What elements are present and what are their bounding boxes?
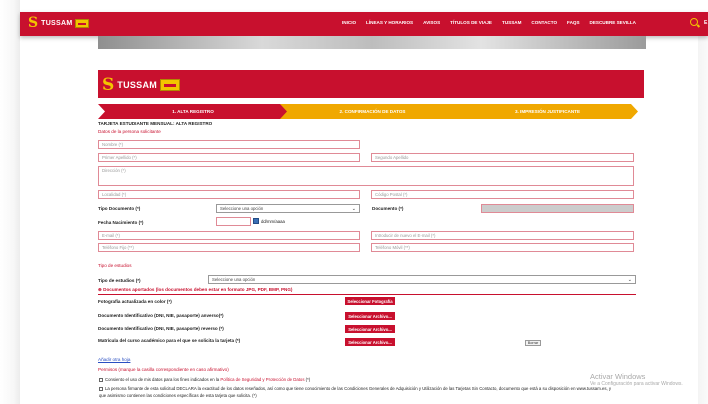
- chevron-down-icon: ⌄: [351, 206, 356, 212]
- menu-item-inicio[interactable]: INICIO: [342, 20, 356, 25]
- form-banner: S TUSSAM: [98, 70, 644, 98]
- telefono-fijo-input[interactable]: Teléfono Fijo (**): [98, 243, 360, 252]
- menu-item-avisos[interactable]: AVISOS: [423, 20, 440, 25]
- windows-activation-title: Activar Windows: [590, 372, 646, 381]
- chevron-down-icon: ⌄: [627, 277, 632, 283]
- menu-item-titulos-viaje[interactable]: TÍTULOS DE VIAJE: [450, 20, 492, 25]
- consent-data-checkbox[interactable]: [99, 378, 103, 382]
- documento-label: Documento (*): [372, 206, 404, 211]
- fecha-nacimiento-input[interactable]: [216, 217, 251, 226]
- windows-activation-subtitle: Ve a Configuración para activar Windows.: [590, 381, 683, 387]
- documentos-header-text: Documentos aportados (los documentos deb…: [103, 287, 293, 292]
- calendar-icon[interactable]: [253, 218, 259, 224]
- menu-item-lineas-horarios[interactable]: LÍNEAS Y HORARIOS: [366, 20, 413, 25]
- select-file-anverso-button[interactable]: Seleccionar Archivo...: [345, 312, 395, 320]
- email-input[interactable]: E-mail (*): [98, 231, 360, 240]
- top-navigation-bar: S TUSSAM INICIO LÍNEAS Y HORARIOS AVISOS…: [20, 12, 708, 36]
- consent-data-text: Consiento el uso de mis datos para los f…: [105, 377, 310, 382]
- consent-conditions-text: La persona firmante de esta solicitud DE…: [105, 386, 612, 391]
- doc-label-anverso: Documento Identificativo (DNI, NIE, pasa…: [98, 313, 224, 318]
- tipo-documento-label: Tipo Documento (*): [98, 206, 141, 211]
- logo-s-mark: S: [28, 15, 39, 31]
- step-alta-registro: 1. ALTA REGISTRO: [98, 104, 288, 119]
- tipo-documento-value: Seleccione una opción: [220, 206, 264, 211]
- add-sheet-link[interactable]: Añadir otra hoja: [98, 357, 130, 362]
- page-shadow-left: [0, 0, 20, 404]
- permisos-title: Permisos (marque la casilla correspondie…: [98, 367, 229, 372]
- step-confirmacion: 2. CONFIRMACIÓN DE DATOS: [280, 104, 465, 119]
- banner-logo-s-mark: S: [102, 75, 115, 95]
- page-shadow-right: [698, 36, 708, 404]
- documentos-header-icon: ⊕: [98, 287, 102, 292]
- fecha-nacimiento-label: Fecha Nacimiento (*): [98, 220, 144, 225]
- select-file-reverso-button[interactable]: Seleccionar Archivo...: [345, 325, 395, 333]
- tipo-documento-select[interactable]: Seleccione una opción ⌄: [216, 204, 360, 213]
- banner-logo-flag-icon: [160, 79, 181, 91]
- tipo-estudios-value: Seleccione una opción: [212, 277, 256, 282]
- logo-flag-icon: [75, 18, 90, 28]
- banner-logo: S TUSSAM: [102, 75, 181, 95]
- nombre-input[interactable]: Nombre (*): [98, 140, 360, 149]
- doc-label-fotografia: Fotografía actualizada en color (*): [98, 299, 172, 304]
- localidad-input[interactable]: Localidad (*): [98, 190, 360, 199]
- menu-item-tussam[interactable]: TUSSAM: [502, 20, 521, 25]
- step-impresion: 3. IMPRESIÓN JUSTIFICANTE: [457, 104, 638, 119]
- doc-label-reverso: Documento Identificativo (DNI, NIE, pasa…: [98, 326, 224, 331]
- main-menu: INICIO LÍNEAS Y HORARIOS AVISOS TÍTULOS …: [342, 20, 646, 25]
- select-photo-button[interactable]: Seleccionar Fotografía: [345, 297, 395, 305]
- documento-input-disabled: [481, 204, 634, 213]
- documentos-divider: [98, 294, 636, 295]
- search-icon[interactable]: [690, 18, 698, 26]
- select-file-matricula-button[interactable]: Seleccionar Archivo...: [345, 338, 395, 346]
- browser-viewport: S TUSSAM INICIO LÍNEAS Y HORARIOS AVISOS…: [0, 0, 708, 404]
- menu-item-descubre-sevilla[interactable]: DESCUBRE SEVILLA: [590, 20, 636, 25]
- direccion-textarea[interactable]: Dirección (*): [98, 166, 634, 186]
- progress-steps: 1. ALTA REGISTRO 2. CONFIRMACIÓN DE DATO…: [98, 104, 638, 119]
- consent-data-text-a: Consiento el uso de mis datos para los f…: [105, 377, 220, 382]
- tipo-estudios-label: Tipo de estudios (*): [98, 278, 141, 283]
- consent-conditions-checkbox[interactable]: [99, 387, 103, 391]
- site-logo[interactable]: S TUSSAM: [28, 15, 90, 31]
- email-confirm-input[interactable]: Introducir de nuevo el E-mail (*): [371, 231, 634, 240]
- segundo-apellido-input[interactable]: Segundo Apellido: [371, 153, 634, 162]
- menu-item-faqs[interactable]: FAQS: [567, 20, 580, 25]
- privacy-policy-link[interactable]: Política de Seguridad y Protección de Da…: [220, 377, 304, 382]
- telefono-movil-input[interactable]: Teléfono Móvil (**): [371, 243, 634, 252]
- fecha-format-hint: dd/mm/aaaa: [261, 219, 285, 224]
- menu-item-contacto[interactable]: CONTACTO: [531, 20, 557, 25]
- section-estudios-title: Tipo de estudios: [98, 263, 132, 268]
- codigo-postal-input[interactable]: Código Postal (*): [371, 190, 634, 199]
- banner-logo-text: TUSSAM: [117, 80, 158, 90]
- hero-image-strip: [98, 36, 646, 49]
- form-title: TARJETA ESTUDIANTE MENSUAL: ALTA REGISTR…: [98, 121, 213, 126]
- borrar-button[interactable]: Borrar: [525, 340, 541, 346]
- required-asterisk: (*): [305, 377, 311, 382]
- section-personal-title: Datos de la persona solicitante: [98, 129, 161, 134]
- tipo-estudios-select[interactable]: Seleccione una opción ⌄: [208, 275, 636, 284]
- consent-conditions-text-2: que asimismo contienen las condiciones e…: [99, 393, 257, 398]
- logo-text: TUSSAM: [41, 19, 73, 27]
- doc-label-matricula: Matrícula del curso académico para el qu…: [98, 338, 241, 343]
- language-selector[interactable]: E: [704, 20, 707, 26]
- primer-apellido-input[interactable]: Primer Apellido (*): [98, 153, 360, 162]
- documentos-header: ⊕ Documentos aportados (los documentos d…: [98, 287, 292, 293]
